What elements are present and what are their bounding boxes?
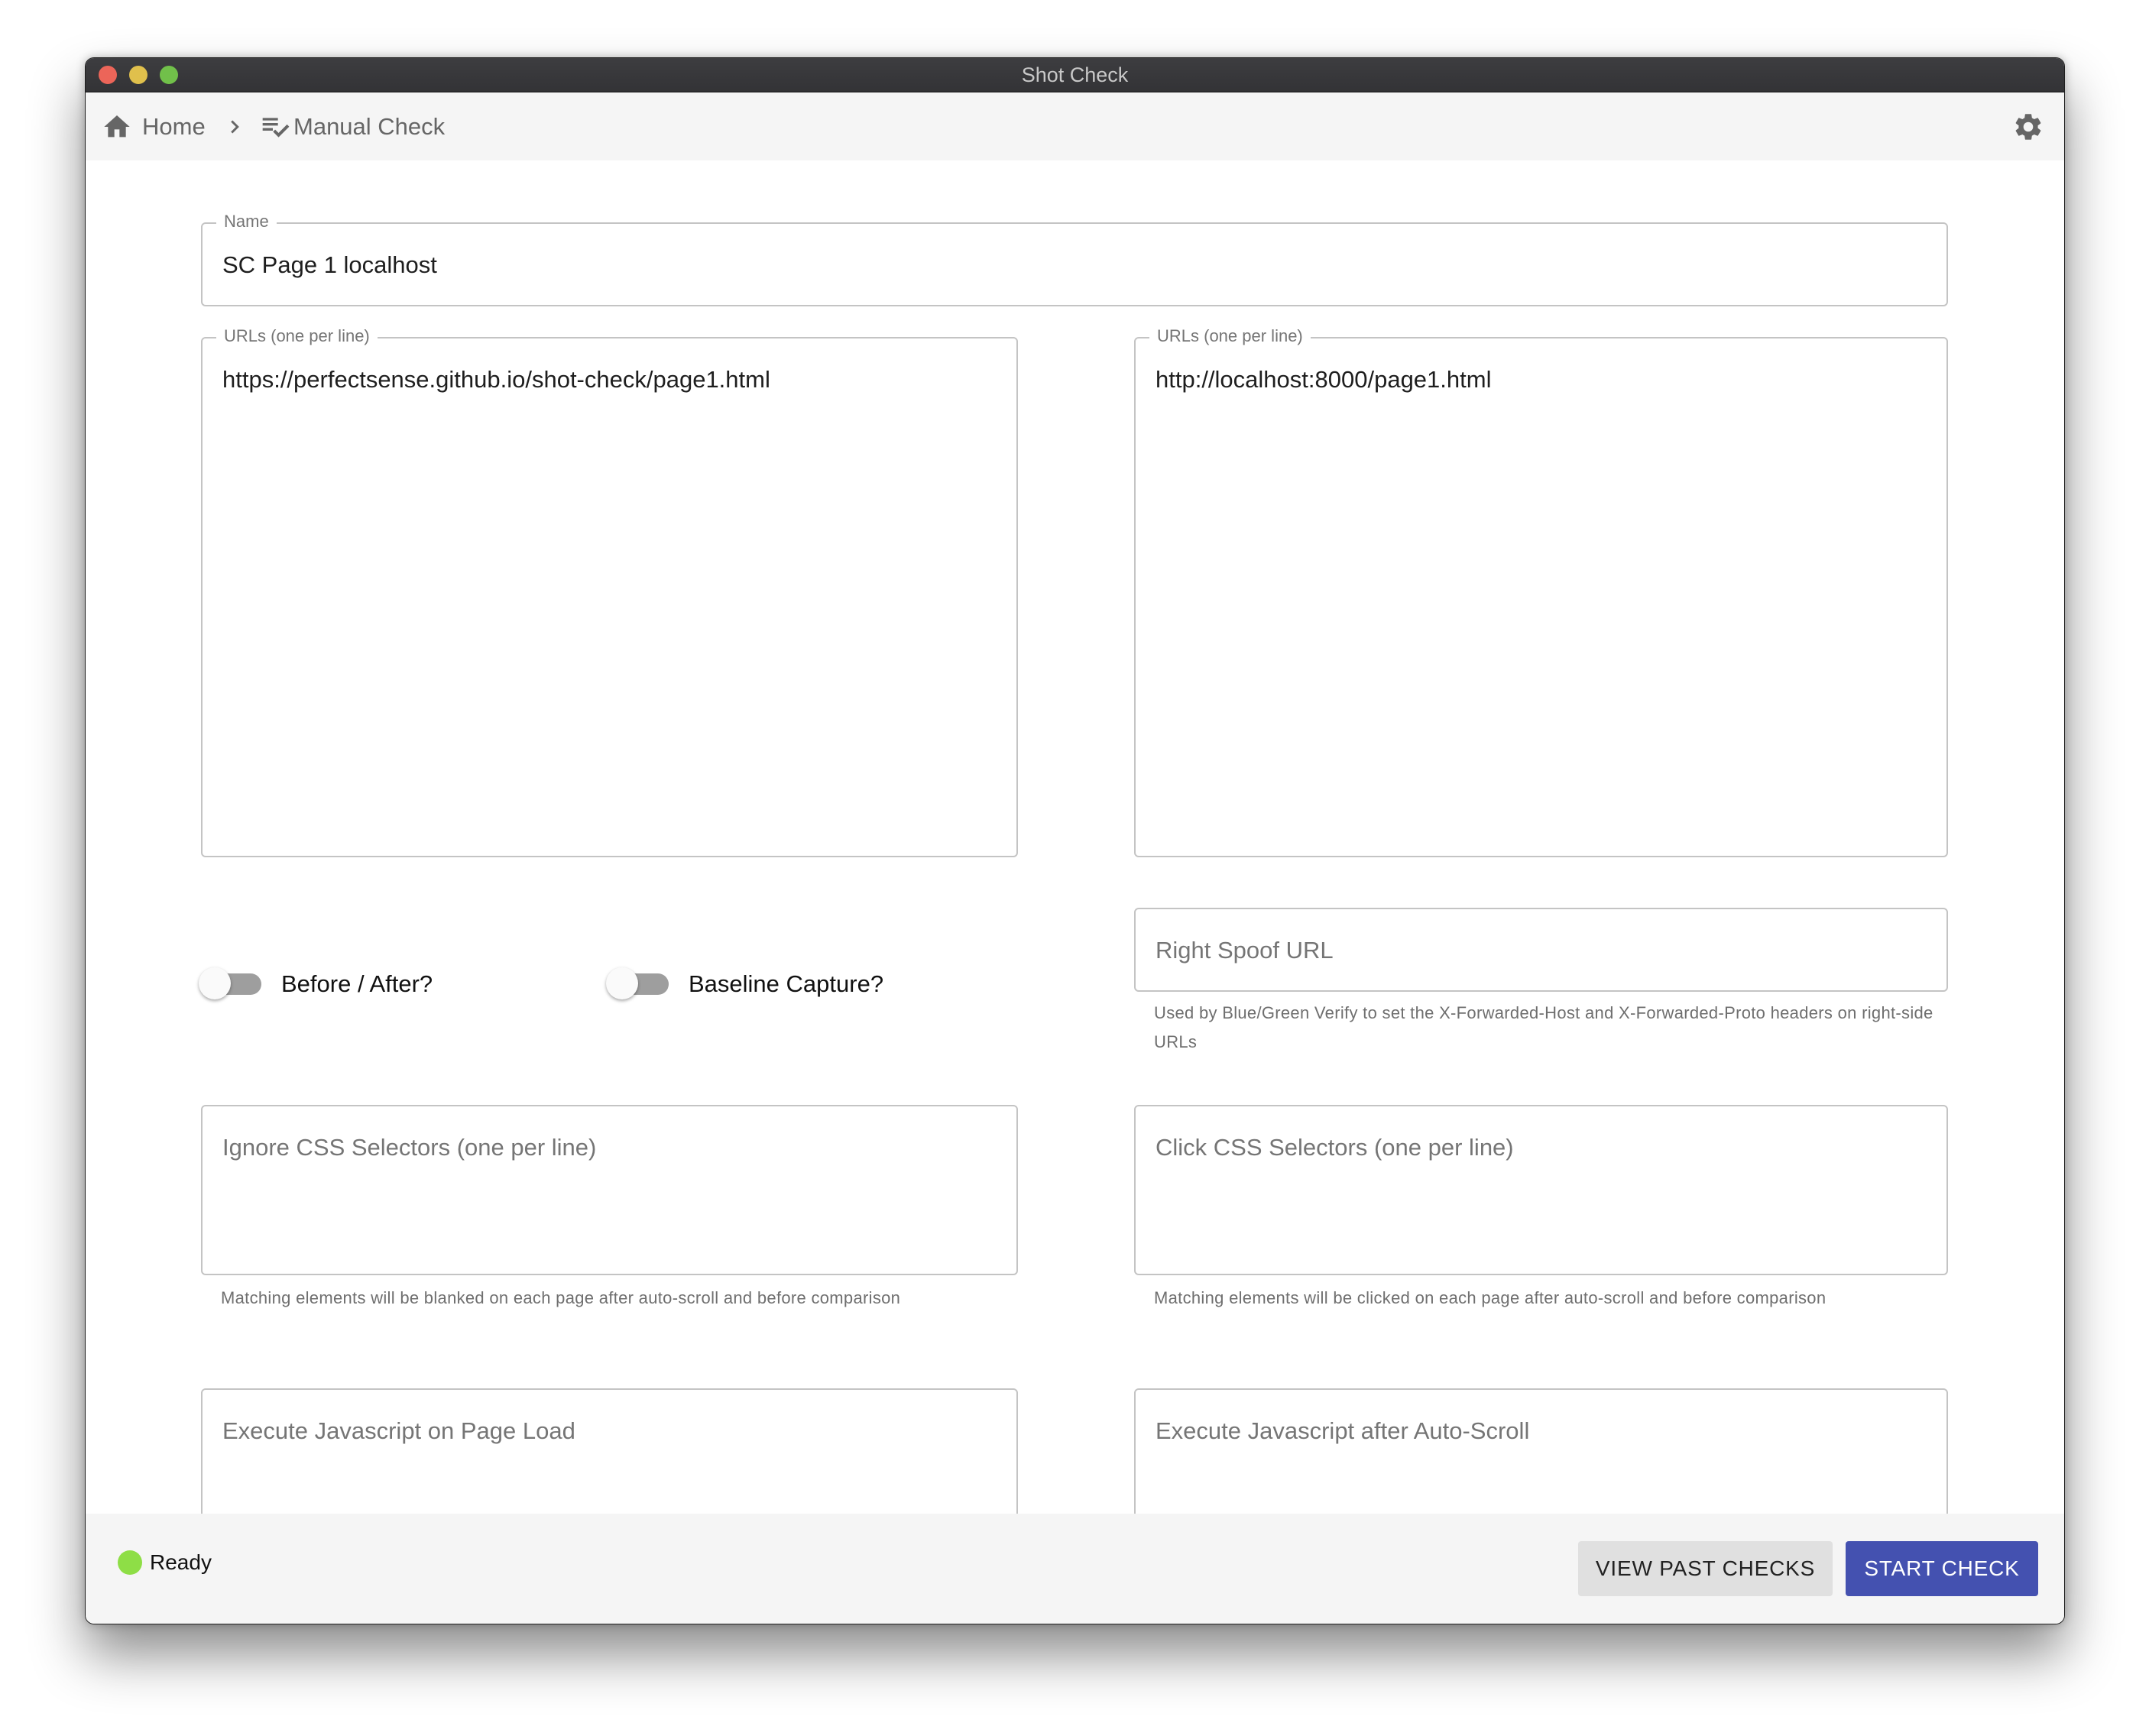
click-css-textarea[interactable]: Click CSS Selectors (one per line) (1134, 1105, 1948, 1275)
breadcrumb-home-label: Home (142, 112, 206, 140)
name-label: Name (216, 212, 277, 232)
left-urls-textarea[interactable]: URLs (one per line) https://perfectsense… (201, 326, 1018, 857)
switch-thumb (606, 967, 638, 999)
right-urls-value[interactable]: http://localhost:8000/page1.html (1156, 366, 1491, 394)
chevron-right-icon (223, 115, 246, 138)
right-spoof-url-helper: Used by Blue/Green Verify to set the X-F… (1154, 1003, 1933, 1051)
status-dot-icon (118, 1550, 142, 1575)
js-after-scroll-placeholder[interactable]: Execute Javascript after Auto-Scroll (1156, 1417, 1529, 1445)
baseline-capture-label: Baseline Capture? (689, 970, 884, 997)
switch-thumb (199, 967, 231, 999)
before-after-label: Before / After? (281, 970, 433, 997)
click-css-placeholder[interactable]: Click CSS Selectors (one per line) (1156, 1134, 1514, 1161)
bottom-bar: Ready VIEW PAST CHECKS START CHECK (86, 1514, 2064, 1624)
name-input[interactable]: SC Page 1 localhost (222, 251, 437, 279)
start-check-button[interactable]: START CHECK (1846, 1541, 2038, 1596)
right-spoof-url-field[interactable]: Right Spoof URL (1134, 908, 1948, 992)
status-indicator: Ready (118, 1550, 212, 1575)
right-urls-textarea[interactable]: URLs (one per line) http://localhost:800… (1134, 326, 1948, 857)
title-bar: Shot Check (86, 58, 2064, 92)
baseline-capture-toggle[interactable]: Baseline Capture? (606, 967, 884, 999)
right-urls-label: URLs (one per line) (1149, 326, 1311, 346)
js-page-load-placeholder[interactable]: Execute Javascript on Page Load (222, 1417, 575, 1445)
left-urls-label: URLs (one per line) (216, 326, 378, 346)
js-page-load-textarea[interactable]: Execute Javascript on Page Load (201, 1388, 1018, 1514)
baseline-capture-switch[interactable] (606, 967, 669, 999)
toolbar: Home Manual Check (86, 92, 2064, 160)
ignore-css-helper: Matching elements will be blanked on eac… (221, 1288, 901, 1307)
before-after-toggle[interactable]: Before / After? (199, 967, 433, 999)
right-spoof-url-placeholder[interactable]: Right Spoof URL (1156, 937, 1334, 964)
status-text: Ready (150, 1550, 212, 1574)
home-icon (101, 112, 133, 142)
view-past-checks-button[interactable]: VIEW PAST CHECKS (1578, 1541, 1833, 1596)
app-window: Shot Check Home Manual Check Name SC Pag… (85, 57, 2065, 1624)
form-content: Name SC Page 1 localhost URLs (one per l… (86, 160, 2064, 1514)
name-field[interactable]: Name SC Page 1 localhost (201, 212, 1948, 306)
gear-icon (2012, 114, 2044, 146)
playlist-check-icon (260, 112, 293, 142)
left-urls-value[interactable]: https://perfectsense.github.io/shot-chec… (222, 366, 770, 394)
breadcrumb-current-label: Manual Check (293, 112, 446, 140)
breadcrumb-home[interactable]: Home (101, 92, 206, 160)
settings-button[interactable] (2012, 111, 2044, 143)
click-css-helper: Matching elements will be clicked on eac… (1154, 1288, 1826, 1307)
ignore-css-placeholder[interactable]: Ignore CSS Selectors (one per line) (222, 1134, 596, 1161)
breadcrumb-separator (223, 92, 246, 160)
breadcrumb-manual-check: Manual Check (260, 92, 445, 160)
js-after-scroll-textarea[interactable]: Execute Javascript after Auto-Scroll (1134, 1388, 1948, 1514)
window-title: Shot Check (1021, 63, 1129, 86)
ignore-css-textarea[interactable]: Ignore CSS Selectors (one per line) (201, 1105, 1018, 1275)
before-after-switch[interactable] (199, 967, 261, 999)
